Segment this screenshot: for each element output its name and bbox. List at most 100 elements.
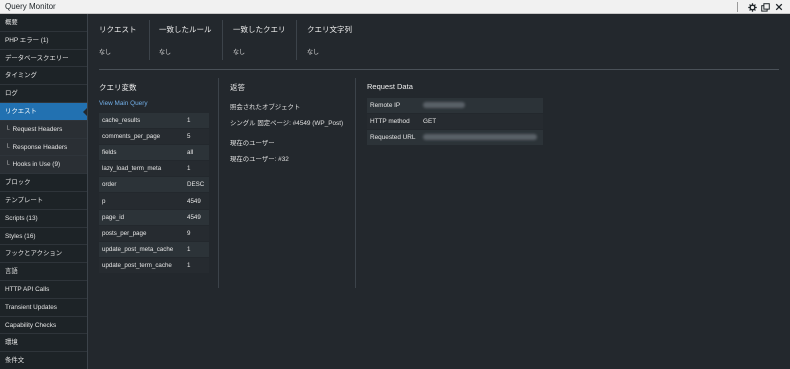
table-row: update_post_meta_cache 1 [99, 241, 209, 258]
table-row: lazy_load_term_meta 1 [99, 161, 209, 178]
query-var-key: update_post_meta_cache [102, 245, 174, 253]
current-user-value: 現在のユーザー: #32 [230, 156, 289, 163]
request-data-value: GET [423, 118, 437, 125]
query-var-value: 1 [187, 245, 191, 253]
divider [355, 78, 356, 288]
sidebar-item-label: 条件文 [5, 357, 25, 365]
request-data-table: Remote IP HTTP method GET Requested URL [367, 98, 543, 146]
sidebar-item-http-api-calls[interactable]: HTTP API Calls [0, 281, 87, 299]
main-panel: リクエスト なし 一致したルール なし 一致したクエリ なし クエリ文字列 なし… [89, 14, 790, 369]
table-row: p 4549 [99, 193, 209, 210]
sidebar-item-transient-updates[interactable]: Transient Updates [0, 299, 87, 317]
divider [296, 20, 297, 60]
subitem-arrow-icon: └ [5, 143, 10, 151]
summary-value: なし [99, 50, 112, 56]
sidebar-item-label: フックとアクション [5, 250, 63, 258]
query-var-key: update_post_term_cache [102, 261, 172, 269]
table-row: cache_results 1 [99, 113, 209, 130]
request-data-key: HTTP method [370, 118, 410, 125]
redacted-value [423, 133, 537, 140]
summary-query-string: クエリ文字列 なし [307, 24, 352, 62]
query-var-key: comments_per_page [102, 133, 161, 141]
sidebar-item-request[interactable]: リクエスト [0, 102, 87, 121]
sidebar-item-label: ブロック [5, 179, 31, 187]
table-row: page_id 4549 [99, 209, 209, 226]
table-row: Remote IP [367, 98, 543, 114]
queried-object-value: シングル 固定ページ: #4549 (WP_Post) [230, 120, 344, 127]
sidebar-item-logs[interactable]: ログ [0, 85, 87, 103]
summary-matched-rule: 一致したルール なし [159, 24, 212, 62]
summary-heading: 一致したクエリ [233, 25, 286, 34]
query-var-value: 4549 [187, 197, 201, 205]
sidebar-item-capability-checks[interactable]: Capability Checks [0, 317, 87, 335]
sidebar-item-overview[interactable]: 概要 [0, 14, 87, 32]
sidebar-item-php-errors[interactable]: PHP エラー (1) [0, 32, 87, 50]
table-row: order DESC [99, 177, 209, 194]
query-var-value: 4549 [187, 213, 201, 221]
sidebar-nav: 概要 PHP エラー (1) データベースクエリー タイミング ログ リクエスト… [0, 14, 88, 369]
sidebar-item-label: Hooks in Use (9) [12, 161, 61, 169]
query-var-value: 1 [187, 165, 191, 173]
request-data-key: Requested URL [370, 134, 416, 141]
query-var-key: order [102, 181, 117, 189]
summary-value: なし [307, 50, 320, 56]
sidebar-item-database-queries[interactable]: データベースクエリー [0, 50, 87, 68]
table-row: posts_per_page 9 [99, 225, 209, 242]
summary-matched-query: 一致したクエリ なし [233, 24, 286, 62]
sidebar-item-blocks[interactable]: ブロック [0, 174, 87, 192]
query-var-value: 5 [187, 133, 191, 141]
sidebar-item-environment[interactable]: 環境 [0, 334, 87, 353]
window-titlebar: Query Monitor [0, 0, 790, 14]
redacted-value [423, 101, 465, 108]
sidebar-item-label: 環境 [5, 339, 18, 347]
summary-value: なし [159, 50, 172, 56]
sidebar-item-request-headers[interactable]: └ Request Headers [0, 120, 87, 139]
sidebar-item-conditionals[interactable]: 条件文 [0, 352, 87, 369]
query-var-key: posts_per_page [102, 229, 147, 237]
gear-icon[interactable] [747, 2, 758, 13]
divider [99, 69, 779, 70]
window-title: Query Monitor [5, 2, 56, 11]
queried-object-label: 照会されたオブジェクト [230, 104, 301, 111]
view-main-query-link[interactable]: View Main Query [99, 100, 148, 107]
subitem-arrow-icon: └ [5, 161, 10, 169]
window-controls [737, 1, 784, 13]
sidebar-item-hooks-actions[interactable]: フックとアクション [0, 245, 87, 264]
response-title: 返答 [230, 83, 245, 92]
sidebar-item-scripts[interactable]: Scripts (13) [0, 210, 87, 228]
sidebar-item-timing[interactable]: タイミング [0, 67, 87, 86]
request-data-value-redacted [423, 133, 537, 142]
sidebar-item-label: Styles (16) [5, 232, 36, 240]
query-var-key: page_id [102, 213, 125, 221]
summary-value: なし [233, 50, 246, 56]
sidebar-item-label: テンプレート [5, 196, 44, 204]
request-data-key: Remote IP [370, 102, 401, 109]
query-var-key: cache_results [102, 117, 141, 125]
request-data-title: Request Data [367, 82, 413, 91]
query-vars-table: cache_results 1 comments_per_page 5 fields… [99, 113, 209, 274]
sidebar-item-styles[interactable]: Styles (16) [0, 228, 87, 246]
divider [218, 78, 219, 288]
popout-icon[interactable] [760, 2, 771, 13]
sidebar-item-languages[interactable]: 言語 [0, 263, 87, 281]
current-user-label: 現在のユーザー [230, 140, 275, 147]
sidebar-item-label: リクエスト [5, 107, 37, 115]
summary-heading: 一致したルール [159, 25, 212, 34]
subitem-arrow-icon: └ [5, 125, 10, 133]
divider [222, 20, 223, 60]
close-icon[interactable] [773, 2, 784, 13]
query-var-value: 9 [187, 229, 191, 237]
sidebar-item-label: Response Headers [12, 143, 68, 151]
sidebar-item-label: Transient Updates [5, 303, 57, 311]
sidebar-item-label: データベースクエリー [5, 54, 69, 62]
sidebar-item-template[interactable]: テンプレート [0, 192, 87, 210]
query-var-key: p [102, 197, 106, 205]
sidebar-item-hooks-in-use[interactable]: └ Hooks in Use (9) [0, 156, 87, 175]
sidebar-item-response-headers[interactable]: └ Response Headers [0, 138, 87, 157]
sidebar-item-label: Request Headers [12, 125, 63, 133]
summary-heading: クエリ文字列 [307, 25, 352, 34]
summary-request: リクエスト なし [99, 24, 137, 62]
sidebar-item-label: Capability Checks [5, 321, 57, 329]
sidebar-item-label: Scripts (13) [5, 214, 38, 222]
table-row: Requested URL [367, 130, 543, 146]
